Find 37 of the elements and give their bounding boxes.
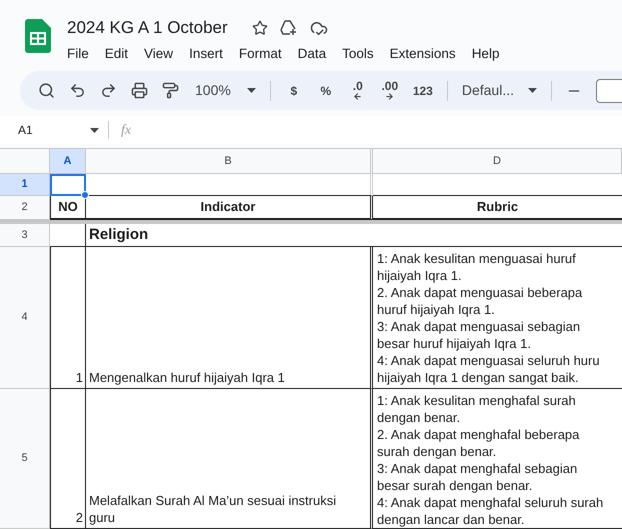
row-header[interactable]: 1: [0, 174, 50, 196]
column-title: Indicator: [200, 198, 256, 216]
document-title[interactable]: 2024 KG A 1 October: [67, 18, 228, 38]
zoom-dropdown[interactable]: 100%: [195, 80, 256, 102]
column-header[interactable]: A: [50, 149, 86, 174]
format-button[interactable]: .0: [348, 80, 367, 102]
menu-item[interactable]: Insert: [189, 44, 223, 64]
menu-item[interactable]: Format: [238, 44, 282, 64]
row-header[interactable]: 2: [0, 196, 50, 220]
menu-item[interactable]: Data: [298, 44, 326, 64]
column-header[interactable]: D: [373, 149, 622, 174]
row-header[interactable]: 3: [0, 224, 50, 247]
rubric-cell-text: 1: Anak kesulitan menghafal surah dengan benar. 2. Anak dapat menghafal beberapa surah dengan benar. 3: Anak dapat menghafal sebagian besar surah dengan benar. 4: Anak dapat menghafal seluruh surah dengan lancar dan benar.: [377, 392, 604, 528]
format-button[interactable]: $: [284, 84, 303, 97]
format-button[interactable]: .00: [380, 80, 399, 102]
format-button[interactable]: 123: [412, 84, 433, 97]
menu-item[interactable]: Tools: [342, 44, 374, 64]
column-header[interactable]: B: [86, 149, 373, 174]
font-dropdown[interactable]: Defaul...: [462, 80, 537, 102]
number-cell: 1: [76, 369, 83, 386]
name-box[interactable]: A1: [18, 121, 90, 140]
menu-item[interactable]: View: [144, 44, 174, 64]
section-title: Religion: [89, 224, 148, 245]
menu-item[interactable]: Edit: [104, 44, 128, 64]
row-header[interactable]: 4: [0, 247, 50, 389]
indicator-cell-text: Mengenalkan huruf hijaiyah Iqra 1: [89, 369, 285, 386]
rubric-cell-text: 1: Anak kesulitan menguasai huruf hijaiyah Iqra 1. 2. Anak dapat menguasai beberapa huruf hijaiyah Iqra 1. 3: Anak dapat menguasai sebagian besar huruf hijaiyah Iqra 1. 4: Anak dapat menguasai seluruh huru hijaiyah Iqra 1 dengan sangat baik.: [377, 250, 601, 386]
column-title: NO: [58, 198, 78, 216]
menu-item[interactable]: Extensions: [390, 44, 456, 64]
indicator-cell-text: Melafalkan Surah Al Ma’un sesuai instruksi guru: [89, 492, 336, 526]
format-button[interactable]: %: [316, 84, 335, 97]
column-title: Rubric: [476, 198, 518, 216]
function-label: fx: [121, 122, 132, 140]
row-header[interactable]: 5: [0, 389, 50, 529]
menu-item[interactable]: File: [67, 44, 89, 64]
number-cell: 2: [76, 509, 83, 526]
menu-item[interactable]: Help: [472, 44, 500, 64]
